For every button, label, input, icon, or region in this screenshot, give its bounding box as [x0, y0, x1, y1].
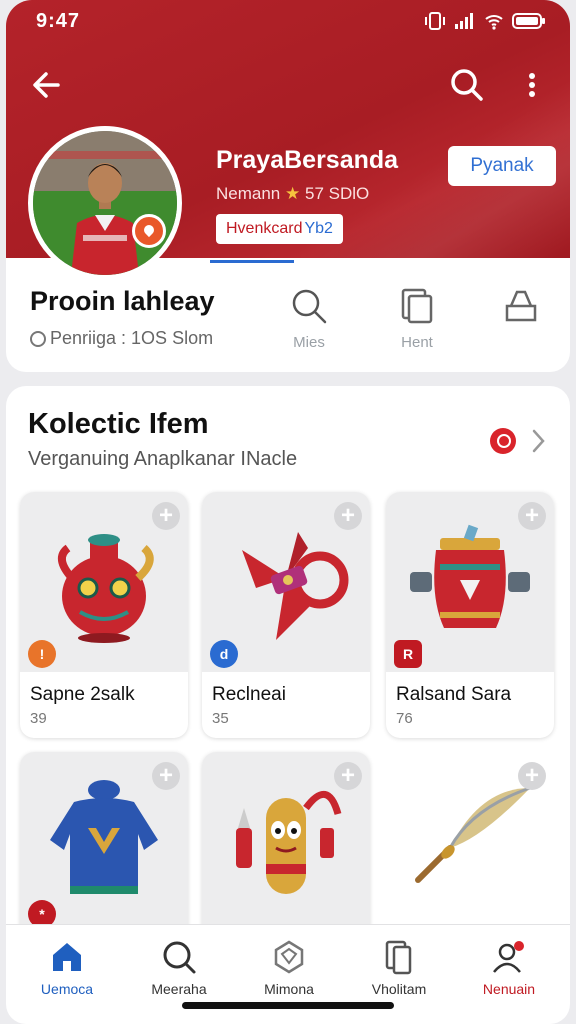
item-count: 35: [212, 710, 229, 727]
item-name: Ralsand Sara: [396, 684, 512, 705]
bag-icon: [505, 290, 537, 322]
more-options-button[interactable]: [522, 66, 542, 104]
phone-screen: 9:47 PrayaBersanda Nemann ★ 57 SDlO Hven…: [0, 0, 576, 1024]
collection-subtitle: Verganuing Anaplkanar INacle: [28, 448, 298, 470]
profile-meta: Nemann ★ 57 SDlO: [216, 184, 369, 204]
nav-home[interactable]: Uemoca: [12, 939, 122, 997]
add-item-button[interactable]: +: [334, 762, 362, 790]
nav-label: Mimona: [264, 981, 314, 997]
profile-name: PrayaBersanda: [216, 146, 399, 174]
item-card[interactable]: +: [202, 752, 370, 952]
stats-subtitle-text: Penriiga : 1OS Slom: [50, 328, 214, 348]
folder-icon: [401, 288, 433, 324]
nav-label: Nenuain: [482, 981, 536, 997]
collection-notification-icon[interactable]: [490, 428, 516, 454]
status-icons: [424, 12, 546, 30]
player-photo-icon: [33, 131, 177, 275]
add-item-button[interactable]: +: [152, 762, 180, 790]
ring-icon: [30, 330, 46, 347]
nav-search[interactable]: Meeraha: [124, 939, 234, 997]
vibrate-icon: [425, 12, 445, 30]
item-card[interactable]: + ! Sapne 2salk 39: [20, 492, 188, 738]
signal-icon: [455, 13, 473, 29]
nav-phone[interactable]: Vholitam: [344, 939, 454, 997]
category-badge: R: [394, 640, 422, 668]
header-search-button[interactable]: [448, 66, 486, 104]
add-item-button[interactable]: +: [518, 502, 546, 530]
item-count: 39: [30, 710, 47, 727]
stat-action-search[interactable]: Mies: [274, 286, 344, 351]
meta-rating: 57 SDlO: [304, 184, 370, 203]
category-badge: !: [28, 640, 56, 668]
bottom-nav: Uemoca Meeraha Mimona Vholitam Nenuain: [6, 924, 570, 1024]
item-card[interactable]: + *: [20, 752, 188, 952]
collection-more-button[interactable]: [528, 428, 548, 454]
home-indicator: [182, 1002, 394, 1009]
tab-indicator: [210, 260, 294, 263]
category-badge: d: [210, 640, 238, 668]
item-image: + *: [20, 752, 188, 952]
stat-action-label: Hent: [401, 334, 433, 351]
status-time: 9:47: [36, 10, 81, 32]
figure-icon: [236, 791, 342, 894]
more-vertical-icon: [529, 73, 535, 97]
item-image: + R: [386, 492, 554, 672]
stat-action-bag[interactable]: [486, 286, 556, 334]
gem-icon: [274, 940, 304, 974]
star-icon: ★: [285, 184, 301, 203]
nav-label: Vholitam: [371, 981, 427, 997]
wifi-icon: [485, 15, 503, 30]
arrow-left-icon: [33, 72, 60, 98]
feather-icon: [415, 786, 531, 883]
nav-label: Uemoca: [40, 981, 94, 997]
search-icon: [163, 941, 196, 974]
item-card[interactable]: +: [386, 752, 554, 952]
item-card[interactable]: + R Ralsand Sara 76: [386, 492, 554, 738]
follow-button[interactable]: Pyanak: [448, 146, 556, 186]
stat-action-folder[interactable]: Hent: [382, 286, 452, 351]
weapon-icon: [242, 532, 349, 640]
home-icon: [53, 943, 81, 971]
item-image: +: [386, 752, 554, 952]
jacket-icon: [50, 780, 158, 894]
chevron-right-icon: [532, 429, 545, 453]
add-item-button[interactable]: +: [518, 762, 546, 790]
meta-prefix: Nemann: [216, 184, 281, 203]
collection-title: Kolectic Ifem: [28, 408, 209, 440]
item-image: + d: [202, 492, 370, 672]
phone-icon: [385, 940, 412, 975]
tag-label: Hvenkcard: [226, 220, 303, 237]
item-name: Sapne 2salk: [30, 684, 135, 705]
user-icon: [493, 941, 524, 973]
avatar[interactable]: [28, 126, 182, 280]
item-image: + !: [20, 492, 188, 672]
tag-code: Yb2: [304, 220, 333, 237]
nav-gem[interactable]: Mimona: [234, 939, 344, 997]
search-icon: [451, 69, 483, 101]
stats-title: Prooin lahleay: [30, 286, 215, 316]
item-count: 76: [396, 710, 413, 727]
vase-icon: [58, 534, 154, 643]
item-card[interactable]: + d Reclneai 35: [202, 492, 370, 738]
search-icon: [292, 289, 327, 324]
add-item-button[interactable]: +: [334, 502, 362, 530]
add-item-button[interactable]: +: [152, 502, 180, 530]
stats-subtitle: Penriiga : 1OS Slom: [30, 328, 213, 349]
urn-icon: [410, 524, 530, 628]
item-image: +: [202, 752, 370, 952]
item-name: Reclneai: [212, 684, 286, 705]
profile-tag-badge[interactable]: Hvenkcard Yb2: [216, 214, 343, 244]
nav-label: Meeraha: [151, 981, 207, 997]
battery-icon: [512, 13, 545, 29]
location-badge: [132, 214, 166, 248]
nav-profile[interactable]: Nenuain: [454, 939, 564, 997]
stat-action-label: Mies: [293, 334, 325, 351]
back-button[interactable]: [28, 66, 66, 104]
collection-section: Kolectic Ifem Verganuing Anaplkanar INac…: [6, 386, 570, 952]
